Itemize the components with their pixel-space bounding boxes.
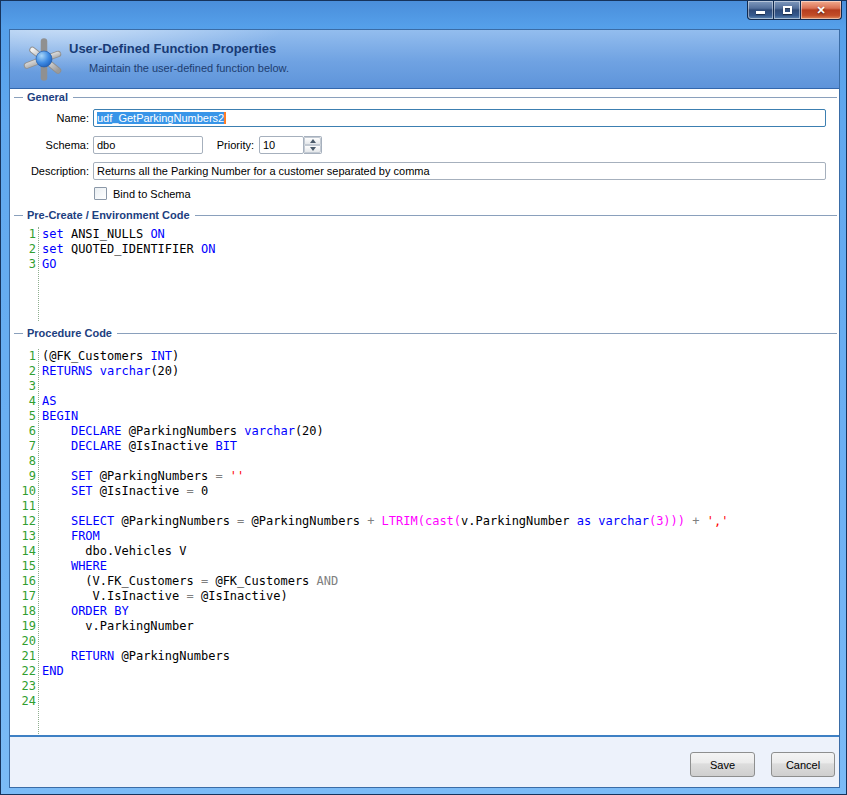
close-icon: ✕ [816,4,825,17]
save-button[interactable]: Save [690,752,755,777]
precreate-code-editor[interactable]: 123 set ANSI_NULLS ONset QUOTED_IDENTIFI… [11,227,838,321]
spinner-up-button[interactable] [304,137,321,145]
text-caret [224,112,226,124]
description-label: Description: [10,165,89,177]
line-numbers: 123456789101112131415161718192021222324 [11,349,39,734]
dialog-client-area: User-Defined Function Properties Maintai… [9,29,840,788]
cancel-button[interactable]: Cancel [771,752,835,777]
procedure-code-editor[interactable]: 123456789101112131415161718192021222324 … [11,349,838,734]
bind-to-schema-label: Bind to Schema [113,188,191,200]
window-controls: ✕ [747,1,842,20]
name-value: udf_GetParkingNumbers2 [97,112,224,124]
dialog-window: ✕ [0,0,847,795]
priority-spinner [304,136,322,154]
priority-label: Priority: [175,139,254,151]
procedure-legend: Procedure Code [23,327,117,339]
spinner-down-button[interactable] [304,145,321,153]
code-lines[interactable]: set ANSI_NULLS ONset QUOTED_IDENTIFIER O… [42,227,838,321]
name-input[interactable]: udf_GetParkingNumbers2 [93,109,826,127]
description-value: Returns all the Parking Number for a cus… [97,165,430,177]
close-button[interactable]: ✕ [801,1,842,20]
schema-value: dbo [97,139,115,151]
maximize-icon [783,6,792,14]
function-properties-icon [20,35,68,87]
dialog-header: User-Defined Function Properties Maintai… [10,30,839,89]
dialog-title: User-Defined Function Properties [69,41,276,56]
maximize-button[interactable] [774,1,801,20]
up-arrow-icon [310,139,316,143]
precreate-legend: Pre-Create / Environment Code [23,209,195,221]
priority-input[interactable]: 10 [259,136,304,154]
footer-bar: Save Cancel [10,735,839,787]
bind-to-schema-checkbox[interactable] [94,187,107,200]
description-input[interactable]: Returns all the Parking Number for a cus… [93,162,826,180]
minimize-icon [756,11,765,14]
procedure-group-header: Procedure Code [14,327,837,340]
code-lines[interactable]: (@FK_Customers INT)RETURNS varchar(20) A… [42,349,838,734]
general-group-header: General [14,91,837,104]
general-legend: General [23,91,73,103]
name-label: Name: [10,112,89,124]
schema-label: Schema: [10,139,89,151]
dialog-subtitle: Maintain the user-defined function below… [89,62,289,74]
priority-value: 10 [263,139,275,151]
precreate-group-header: Pre-Create / Environment Code [14,209,837,222]
down-arrow-icon [310,147,316,151]
minimize-button[interactable] [747,1,774,20]
line-numbers: 123 [11,227,39,321]
